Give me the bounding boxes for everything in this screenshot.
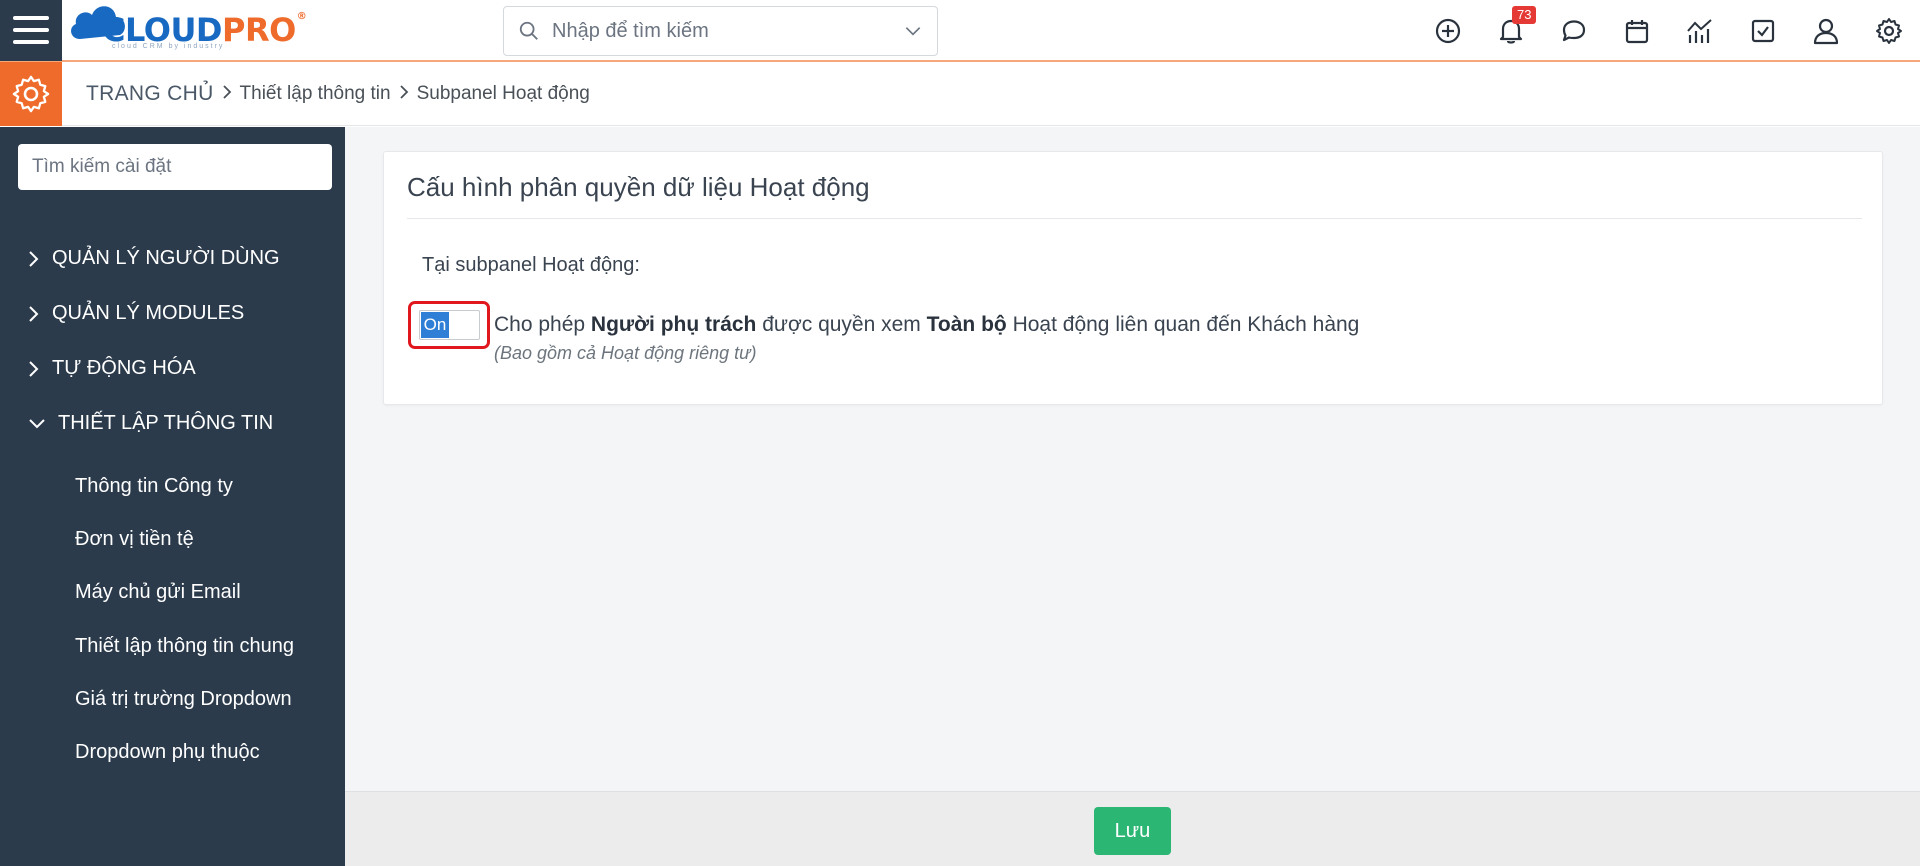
- menu-icon[interactable]: [0, 0, 62, 61]
- chart-icon[interactable]: [1668, 0, 1731, 62]
- breadcrumb-home[interactable]: TRANG CHỦ: [86, 82, 214, 106]
- save-button[interactable]: Lưu: [1094, 807, 1171, 855]
- header-actions: 73: [1416, 0, 1920, 62]
- logo[interactable]: CLOUDPRO® cloud CRM by industry: [71, 5, 307, 55]
- sidebar-group-label: THIẾT LẬP THÔNG TIN: [58, 412, 274, 434]
- chevron-right-icon: [28, 360, 40, 378]
- bell-icon[interactable]: 73: [1479, 0, 1542, 62]
- toggle-on-label: On: [421, 312, 449, 338]
- section-intro: Tại subpanel Hoạt động:: [422, 254, 640, 276]
- chevron-right-icon: [399, 83, 409, 105]
- sidebar-item-dropdown-values[interactable]: Giá trị trường Dropdown: [75, 688, 292, 711]
- calendar-icon[interactable]: [1605, 0, 1668, 62]
- sidebar-item-dependent-dropdown[interactable]: Dropdown phụ thuộc: [75, 741, 260, 764]
- settings-sidebar: Tìm kiếm cài đặt QUẢN LÝ NGƯỜI DÙNG QUẢN…: [0, 127, 345, 866]
- settings-card: Cấu hình phân quyền dữ liệu Hoạt động Tạ…: [383, 151, 1883, 405]
- breadcrumb: TRANG CHỦ Thiết lập thông tin Subpanel H…: [86, 82, 590, 106]
- chevron-down-icon: [28, 418, 46, 430]
- search-icon: [519, 21, 538, 40]
- sidebar-item-email-server[interactable]: Máy chủ gửi Email: [75, 581, 241, 604]
- sidebar-group-automation[interactable]: TỰ ĐỘNG HÓA: [28, 357, 196, 380]
- permission-note: (Bao gồm cả Hoạt động riêng tư): [494, 343, 757, 363]
- sidebar-group-label: QUẢN LÝ MODULES: [52, 302, 245, 324]
- settings-gear-icon[interactable]: [0, 61, 62, 126]
- checkbox-icon[interactable]: [1731, 0, 1794, 62]
- sidebar-group-label: QUẢN LÝ NGƯỜI DÙNG: [52, 247, 280, 269]
- chevron-right-icon: [28, 305, 40, 323]
- settings-search-placeholder: Tìm kiếm cài đặt: [32, 156, 172, 177]
- permission-rule-text: Cho phép Người phụ trách được quyền xem …: [494, 313, 1360, 336]
- chevron-down-icon[interactable]: [903, 21, 923, 41]
- top-navbar: CLOUDPRO® cloud CRM by industry Nhập để …: [0, 0, 1920, 62]
- sidebar-item-general-settings[interactable]: Thiết lập thông tin chung: [75, 635, 294, 658]
- sidebar-group-info-settings[interactable]: THIẾT LẬP THÔNG TIN: [28, 412, 273, 435]
- logo-tagline: cloud CRM by industry: [112, 43, 225, 50]
- sidebar-group-modules[interactable]: QUẢN LÝ MODULES: [28, 302, 244, 325]
- sidebar-item-company-info[interactable]: Thông tin Công ty: [75, 475, 233, 498]
- breadcrumb-bar: TRANG CHỦ Thiết lập thông tin Subpanel H…: [0, 61, 1920, 126]
- plus-circle-icon[interactable]: [1416, 0, 1479, 62]
- permission-toggle[interactable]: On: [419, 310, 480, 340]
- gear-icon[interactable]: [1857, 0, 1920, 62]
- chevron-right-icon: [28, 250, 40, 268]
- global-search-placeholder: Nhập để tìm kiếm: [552, 19, 709, 42]
- notification-badge: 73: [1512, 6, 1537, 24]
- footer-bar: Lưu: [345, 791, 1920, 866]
- sidebar-item-currency[interactable]: Đơn vị tiền tệ: [75, 528, 194, 551]
- user-icon[interactable]: [1794, 0, 1857, 62]
- global-search-input[interactable]: Nhập để tìm kiếm: [503, 6, 938, 56]
- divider: [407, 218, 1862, 219]
- main-content: Cấu hình phân quyền dữ liệu Hoạt động Tạ…: [345, 127, 1920, 791]
- chat-icon[interactable]: [1542, 0, 1605, 62]
- sidebar-group-user-management[interactable]: QUẢN LÝ NGƯỜI DÙNG: [28, 247, 280, 270]
- breadcrumb-level2: Subpanel Hoạt động: [416, 82, 590, 104]
- settings-search-input[interactable]: Tìm kiếm cài đặt: [18, 144, 332, 190]
- sidebar-group-label: TỰ ĐỘNG HÓA: [52, 357, 196, 379]
- page-title: Cấu hình phân quyền dữ liệu Hoạt động: [407, 172, 870, 202]
- breadcrumb-level1[interactable]: Thiết lập thông tin: [240, 83, 391, 105]
- chevron-right-icon: [222, 83, 232, 105]
